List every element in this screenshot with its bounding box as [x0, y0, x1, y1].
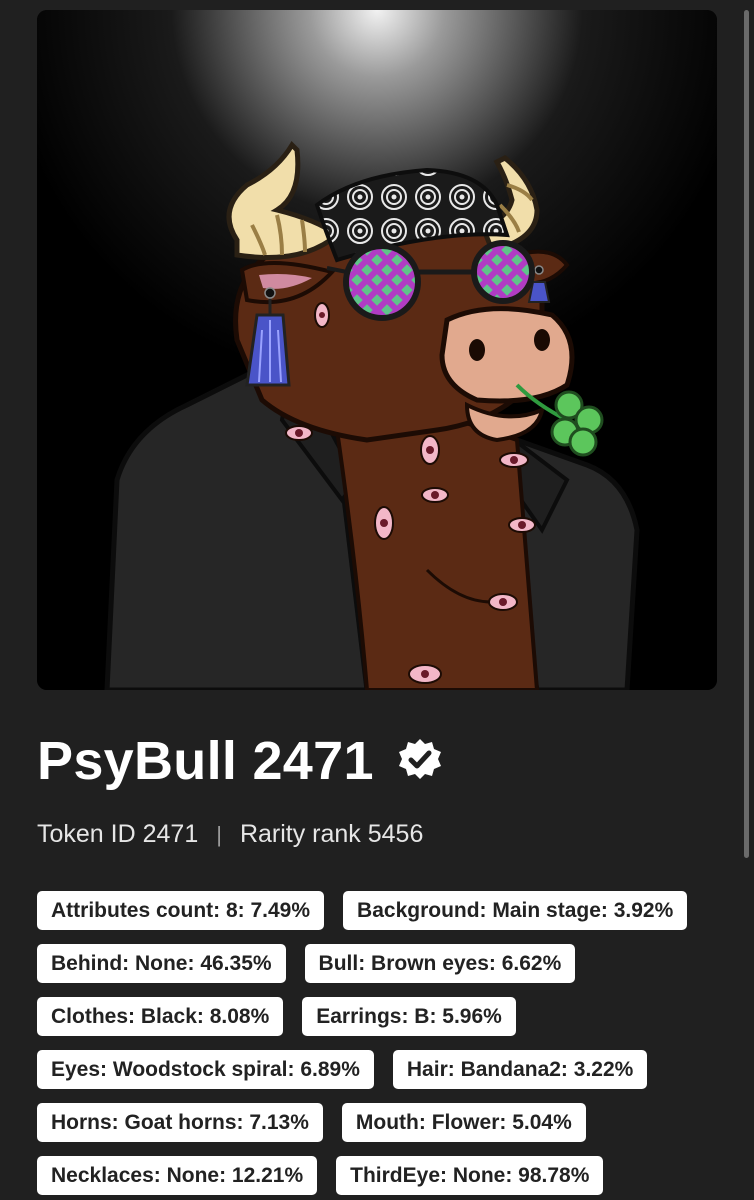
- attribute-chip[interactable]: Hair: Bandana2: 3.22%: [392, 1050, 648, 1089]
- attribute-chip[interactable]: Horns: Goat horns: 7.13%: [37, 1103, 323, 1142]
- attribute-chip[interactable]: Bull: Brown eyes: 6.62%: [304, 944, 576, 983]
- title-row: PsyBull 2471: [37, 728, 444, 794]
- nft-artwork[interactable]: [37, 10, 717, 690]
- attribute-chip[interactable]: Eyes: Woodstock spiral: 6.89%: [37, 1050, 374, 1089]
- attribute-chip[interactable]: Earrings: B: 5.96%: [302, 997, 516, 1036]
- attribute-chip[interactable]: Behind: None: 46.35%: [37, 944, 286, 983]
- attribute-chips: Attributes count: 8: 7.49% Background: M…: [37, 891, 737, 1195]
- meta-separator: |: [216, 821, 222, 847]
- nft-detail-page: PsyBull 2471 Token ID 2471 | Rarity rank…: [0, 0, 754, 1200]
- attribute-chip[interactable]: Clothes: Black: 8.08%: [37, 997, 284, 1036]
- attribute-chip[interactable]: Necklaces: None: 12.21%: [37, 1156, 318, 1195]
- token-meta: Token ID 2471 | Rarity rank 5456: [37, 820, 423, 849]
- attribute-chip[interactable]: Attributes count: 8: 7.49%: [37, 891, 325, 930]
- rarity-rank: Rarity rank 5456: [239, 820, 424, 848]
- attribute-chip[interactable]: ThirdEye: None: 98.78%: [336, 1156, 604, 1195]
- attribute-chip[interactable]: Mouth: Flower: 5.04%: [341, 1103, 586, 1142]
- nft-title: PsyBull 2471: [37, 731, 374, 791]
- attribute-chip[interactable]: Background: Main stage: 3.92%: [343, 891, 688, 930]
- verified-badge-icon: [396, 737, 444, 785]
- psybull-illustration: [37, 10, 717, 690]
- token-id: Token ID 2471: [37, 820, 199, 848]
- scrollbar[interactable]: [744, 10, 749, 858]
